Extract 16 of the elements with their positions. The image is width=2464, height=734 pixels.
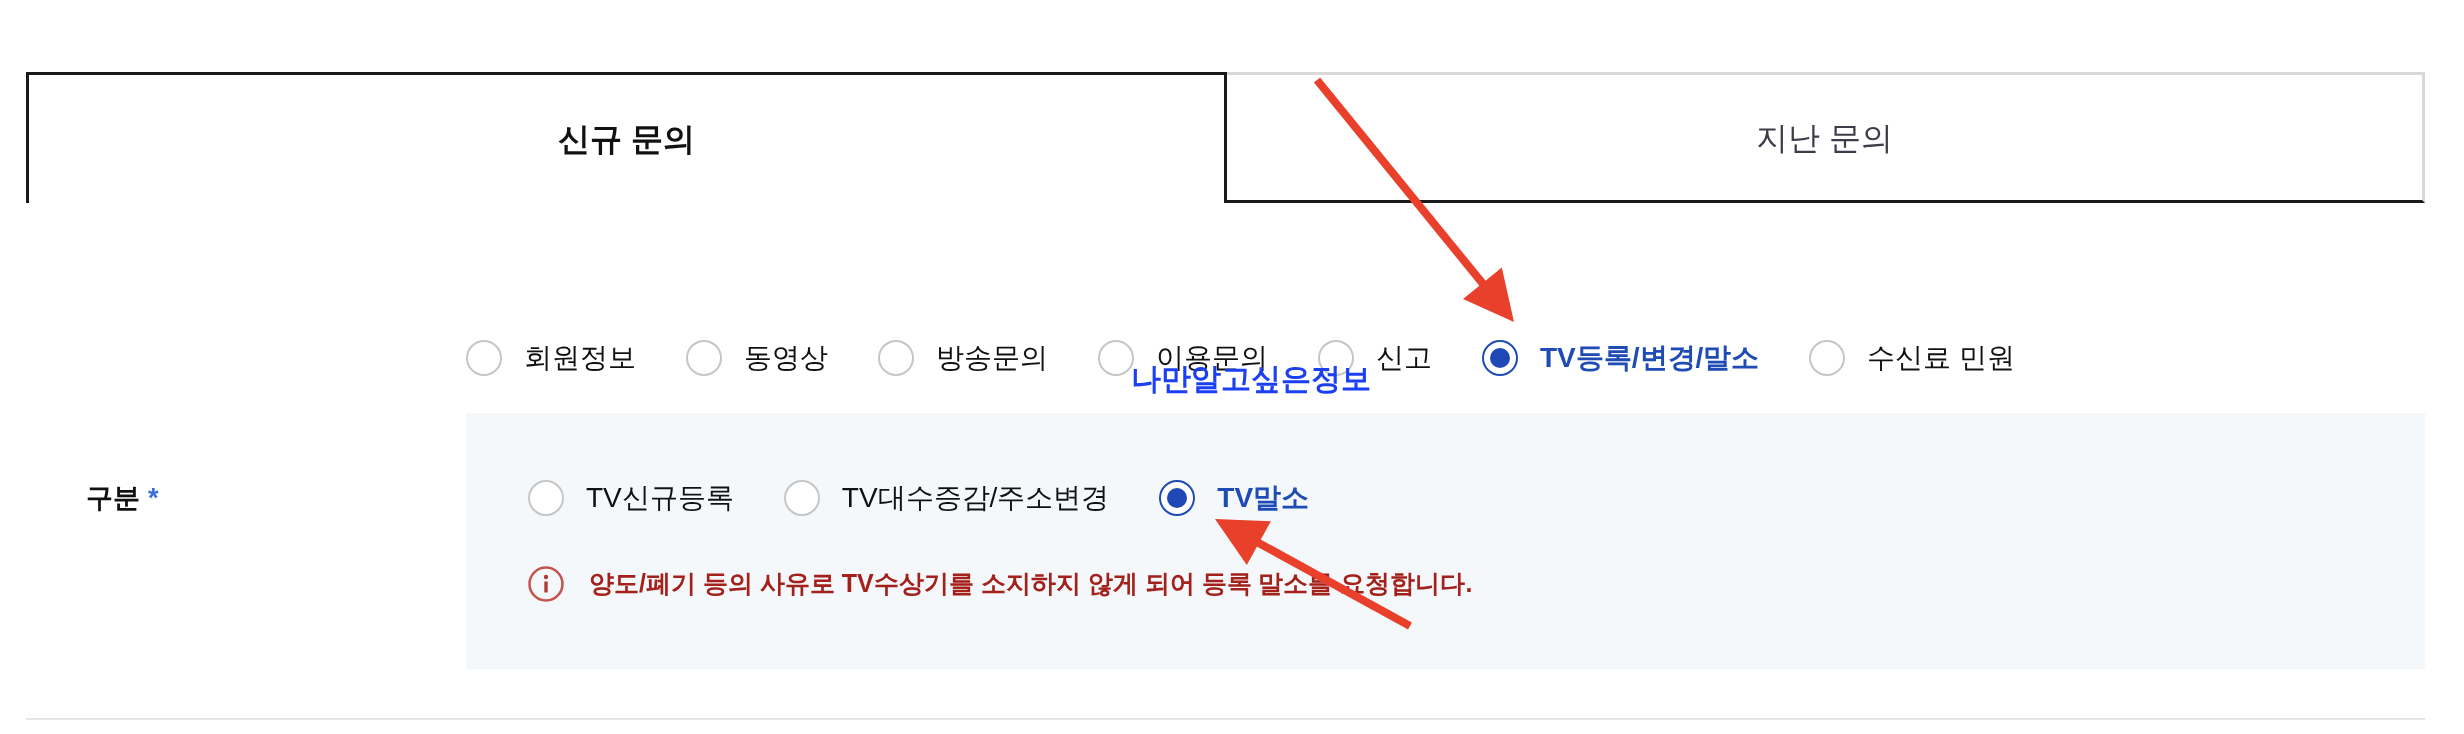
tab[interactable]: 지난 문의 — [1227, 72, 2425, 203]
required-mark: * — [148, 481, 159, 515]
info-icon — [528, 565, 564, 602]
radio-button[interactable] — [1482, 340, 1518, 376]
option-label[interactable]: TV대수증감/주소변경 — [841, 480, 1110, 516]
option-label[interactable]: TV신규등록 — [586, 480, 734, 516]
option-label[interactable]: 회원정보 — [524, 340, 636, 376]
radio-button[interactable] — [1159, 480, 1196, 516]
field-label: 구분 — [86, 481, 140, 515]
option-label[interactable]: TV말소 — [1217, 480, 1310, 516]
tab[interactable]: 신규 문의 — [26, 72, 1227, 203]
option-label[interactable]: 동영상 — [744, 340, 828, 376]
option-label[interactable]: 신고 — [1376, 340, 1432, 376]
option-label[interactable]: 수신료 민원 — [1867, 340, 2016, 376]
option-label[interactable]: TV등록/변경/말소 — [1540, 340, 1760, 376]
option-label[interactable]: 방송문의 — [936, 340, 1048, 376]
